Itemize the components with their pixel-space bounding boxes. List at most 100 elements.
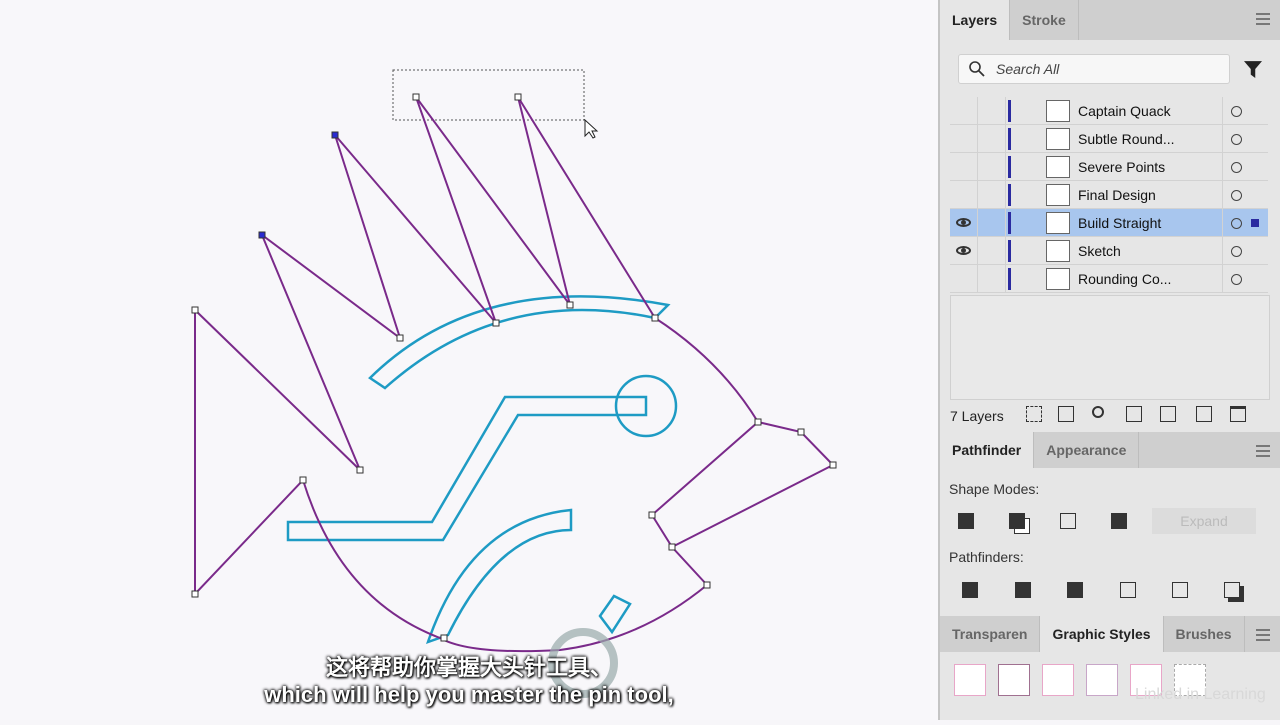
lock-toggle[interactable] xyxy=(978,97,1006,125)
collect-export-icon[interactable] xyxy=(1026,406,1042,422)
tab-appearance[interactable]: Appearance xyxy=(1034,432,1140,468)
crop-icon[interactable] xyxy=(1120,582,1136,598)
search-placeholder: Search All xyxy=(996,61,1060,77)
unite-icon[interactable] xyxy=(958,513,974,529)
tab-brushes[interactable]: Brushes xyxy=(1164,616,1245,652)
pathfinders-label: Pathfinders: xyxy=(949,549,1024,565)
outline-icon[interactable] xyxy=(1172,582,1188,598)
style-swatch[interactable] xyxy=(1042,664,1074,696)
layer-thumbnail xyxy=(1046,156,1070,178)
layer-name: Subtle Round... xyxy=(1078,131,1175,147)
minus-front-icon[interactable] xyxy=(1009,513,1025,529)
subtitle-chinese: 这将帮助你掌握大头针工具、 xyxy=(325,655,612,680)
layer-color-bar xyxy=(1008,268,1011,290)
layer-name: Captain Quack xyxy=(1078,103,1171,119)
intersect-icon[interactable] xyxy=(1060,513,1076,529)
panel-menu-icon[interactable] xyxy=(1256,13,1270,25)
trim-icon[interactable] xyxy=(1015,582,1031,598)
layer-color-bar xyxy=(1008,212,1011,234)
locate-object-icon[interactable] xyxy=(1092,406,1104,418)
minus-back-icon[interactable] xyxy=(1224,582,1240,598)
panel-menu-icon[interactable] xyxy=(1256,629,1270,641)
tab-graphic-styles[interactable]: Graphic Styles xyxy=(1040,616,1164,652)
layer-row[interactable]: Captain Quack xyxy=(950,97,1268,125)
visibility-toggle[interactable] xyxy=(950,153,978,181)
purple-paths xyxy=(194,96,835,653)
style-swatch[interactable] xyxy=(1086,664,1118,696)
merge-icon[interactable] xyxy=(1067,582,1083,598)
layer-color-bar xyxy=(1008,240,1011,262)
layer-row[interactable]: Sketch xyxy=(950,237,1268,265)
fish-artwork xyxy=(191,69,837,653)
layer-color-bar xyxy=(1008,128,1011,150)
layer-row[interactable]: Subtle Round... xyxy=(950,125,1268,153)
right-panel: Layers Stroke Search All Captain Quack Su… xyxy=(938,0,1280,720)
layer-name: Final Design xyxy=(1078,187,1156,203)
style-swatch[interactable] xyxy=(954,664,986,696)
target-icon[interactable] xyxy=(1222,181,1268,209)
visibility-toggle[interactable] xyxy=(950,97,978,125)
subtitle-english: which will help you master the pin tool, xyxy=(264,682,674,707)
target-icon[interactable] xyxy=(1222,153,1268,181)
layer-name: Severe Points xyxy=(1078,159,1166,175)
linkedin-learning-watermark: Linked in Learning xyxy=(1135,686,1266,703)
visibility-toggle[interactable] xyxy=(950,265,978,293)
lock-toggle[interactable] xyxy=(978,209,1006,237)
lock-toggle[interactable] xyxy=(978,265,1006,293)
tab-layers[interactable]: Layers xyxy=(940,0,1011,40)
layer-thumbnail xyxy=(1046,268,1070,290)
target-icon[interactable] xyxy=(1222,265,1268,293)
trash-icon[interactable] xyxy=(1230,406,1246,422)
layer-row[interactable]: Final Design xyxy=(950,181,1268,209)
cursor-icon xyxy=(584,118,599,139)
anchor-points xyxy=(191,93,837,642)
visibility-toggle[interactable] xyxy=(950,209,978,237)
target-icon[interactable] xyxy=(1222,125,1268,153)
tab-transparency[interactable]: Transparen xyxy=(940,616,1041,652)
layer-color-bar xyxy=(1008,156,1011,178)
layer-name: Rounding Co... xyxy=(1078,271,1172,287)
shape-modes-label: Shape Modes: xyxy=(949,481,1040,497)
layer-color-bar xyxy=(1008,184,1011,206)
layer-name: Sketch xyxy=(1078,243,1121,259)
layers-search-input[interactable]: Search All xyxy=(958,54,1230,84)
lock-toggle[interactable] xyxy=(978,237,1006,265)
layer-thumbnail xyxy=(1046,212,1070,234)
style-swatch[interactable] xyxy=(998,664,1030,696)
visibility-toggle[interactable] xyxy=(950,181,978,209)
layer-color-bar xyxy=(1008,100,1011,122)
tab-stroke[interactable]: Stroke xyxy=(1010,0,1079,40)
tab-pathfinder[interactable]: Pathfinder xyxy=(940,432,1035,468)
visibility-toggle[interactable] xyxy=(950,237,978,265)
layer-thumbnail xyxy=(1046,184,1070,206)
layer-name: Build Straight xyxy=(1078,215,1162,231)
layer-thumbnail xyxy=(1046,100,1070,122)
divide-icon[interactable] xyxy=(962,582,978,598)
selected-art-indicator xyxy=(1251,219,1259,227)
layer-row[interactable]: Severe Points xyxy=(950,153,1268,181)
layer-row[interactable]: Build Straight xyxy=(950,209,1268,237)
layer-thumbnail xyxy=(1046,128,1070,150)
lock-toggle[interactable] xyxy=(978,153,1006,181)
layer-thumbnail xyxy=(1046,240,1070,262)
target-icon[interactable] xyxy=(1222,97,1268,125)
layer-count: 7 Layers xyxy=(950,408,1004,424)
blue-shapes xyxy=(286,295,678,645)
panel-menu-icon[interactable] xyxy=(1256,445,1270,457)
layer-row[interactable]: Rounding Co... xyxy=(950,265,1268,293)
clipping-mask-icon[interactable] xyxy=(1126,406,1142,422)
exclude-icon[interactable] xyxy=(1111,513,1127,529)
filter-icon[interactable] xyxy=(1244,60,1262,78)
target-icon[interactable] xyxy=(1222,237,1268,265)
eye-icon xyxy=(956,246,971,255)
new-layer-icon[interactable] xyxy=(1196,406,1212,422)
new-sublayer-icon[interactable] xyxy=(1160,406,1176,422)
search-icon xyxy=(969,61,985,77)
visibility-toggle[interactable] xyxy=(950,125,978,153)
export-icon[interactable] xyxy=(1058,406,1074,422)
artboard-canvas[interactable]: 这将帮助你掌握大头针工具、 which will help you master… xyxy=(0,0,938,720)
target-icon[interactable] xyxy=(1222,209,1268,237)
lock-toggle[interactable] xyxy=(978,125,1006,153)
expand-button[interactable]: Expand xyxy=(1152,508,1256,534)
lock-toggle[interactable] xyxy=(978,181,1006,209)
